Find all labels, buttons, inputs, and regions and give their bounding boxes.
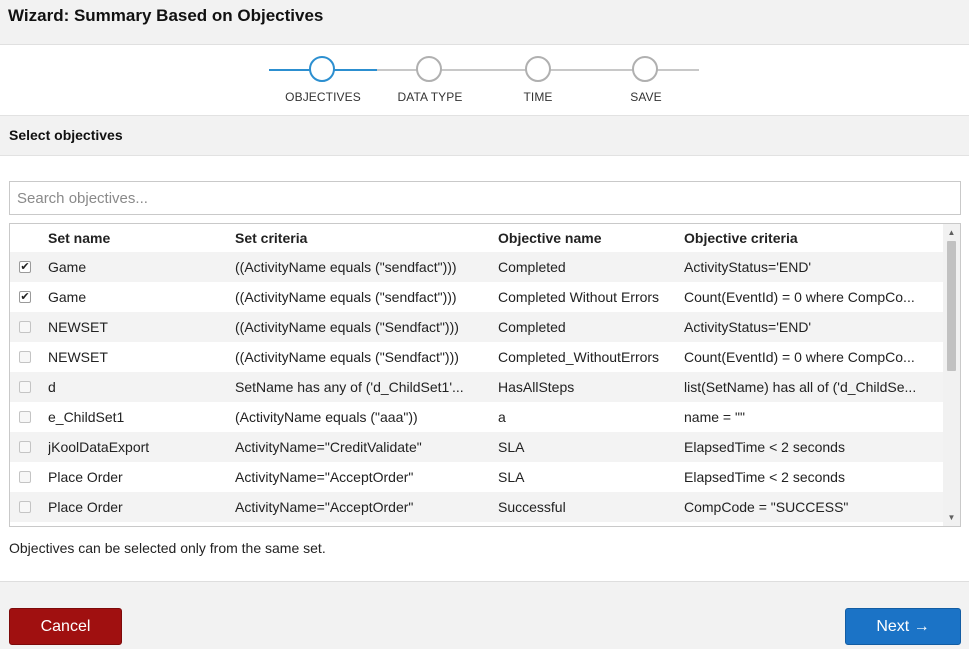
- cell-set-criteria: SetName has any of ('d_ChildSet1'...: [235, 379, 464, 395]
- scrollbar-thumb[interactable]: [947, 241, 956, 371]
- section-header: Select objectives: [0, 115, 969, 156]
- row-checkbox[interactable]: ✔: [19, 261, 31, 273]
- step-time-circle[interactable]: [525, 56, 551, 82]
- step-data-type-circle[interactable]: [416, 56, 442, 82]
- row-checkbox[interactable]: [19, 381, 31, 393]
- table-row[interactable]: ✔ Game ((ActivityName equals ("sendfact"))…: [10, 282, 944, 312]
- step-save-label: SAVE: [630, 90, 662, 104]
- window-title: Wizard: Summary Based on Objectives: [8, 6, 324, 25]
- step-save-circle[interactable]: [632, 56, 658, 82]
- cell-set-criteria: ActivityName="CreditValidate": [235, 439, 422, 455]
- cell-objective-name: HasAllSteps: [498, 379, 575, 395]
- cell-objective-criteria: ElapsedTime < 2 seconds: [684, 469, 845, 485]
- table-row[interactable]: jKoolDataExport ActivityName="CreditValid…: [10, 432, 944, 462]
- row-checkbox[interactable]: ✔: [19, 291, 31, 303]
- cell-set-criteria: ((ActivityName equals ("Sendfact"))): [235, 349, 459, 365]
- cell-objective-name: SLA: [498, 469, 525, 485]
- cell-set-name: Game: [48, 289, 87, 305]
- triangle-down-icon[interactable]: ▼: [943, 509, 960, 526]
- next-button[interactable]: Next →: [845, 608, 961, 645]
- cell-objective-criteria: ActivityStatus='END': [684, 259, 812, 275]
- column-header-set-criteria[interactable]: Set criteria: [235, 230, 307, 246]
- step-objectives-label: OBJECTIVES: [285, 90, 361, 104]
- title-bar: Wizard: Summary Based on Objectives: [0, 0, 969, 45]
- cell-objective-criteria: ElapsedTime < 2 seconds: [684, 439, 845, 455]
- cell-set-name: Game: [48, 259, 87, 275]
- column-header-objective-name[interactable]: Objective name: [498, 230, 602, 246]
- cell-objective-criteria: Count(EventId) = 0 where CompCo...: [684, 349, 915, 365]
- section-title: Select objectives: [9, 127, 123, 143]
- row-checkbox[interactable]: [19, 321, 31, 333]
- cell-objective-criteria: name = "": [684, 409, 745, 425]
- column-header-objective-criteria[interactable]: Objective criteria: [684, 230, 798, 246]
- row-checkbox[interactable]: [19, 441, 31, 453]
- cell-set-criteria: ActivityName="AcceptOrder": [235, 499, 414, 515]
- row-checkbox[interactable]: [19, 351, 31, 363]
- cell-objective-name: SLA: [498, 439, 525, 455]
- table-row[interactable]: Place Order ActivityName="AcceptOrder" SLA…: [10, 462, 944, 492]
- triangle-up-icon[interactable]: ▲: [943, 224, 960, 241]
- cell-set-criteria: (ActivityName equals ("aaa")): [235, 409, 418, 425]
- cell-set-name: Place Order: [48, 469, 123, 485]
- table-row[interactable]: NEWSET ((ActivityName equals ("Sendfact")…: [10, 312, 944, 342]
- cell-set-name: d: [48, 379, 56, 395]
- cell-objective-name: Completed: [498, 319, 566, 335]
- cell-objective-name: Completed_WithoutErrors: [498, 349, 660, 365]
- cancel-button[interactable]: Cancel: [9, 608, 122, 645]
- search-input[interactable]: [9, 181, 961, 215]
- table-row[interactable]: NEWSET ((ActivityName equals ("Sendfact")…: [10, 342, 944, 372]
- row-checkbox[interactable]: [19, 471, 31, 483]
- column-header-set-name[interactable]: Set name: [48, 230, 110, 246]
- step-time-label: TIME: [523, 90, 553, 104]
- cell-set-criteria: ((ActivityName equals ("sendfact"))): [235, 259, 457, 275]
- table-scrollbar[interactable]: ▲ ▼: [943, 224, 960, 526]
- cell-set-name: Place Order: [48, 499, 123, 515]
- check-icon: ✔: [20, 261, 30, 273]
- cell-set-criteria: ActivityName="AcceptOrder": [235, 469, 414, 485]
- table-row[interactable]: d SetName has any of ('d_ChildSet1'... Has…: [10, 372, 944, 402]
- table-header: Set name Set criteria Objective name Obj…: [10, 224, 944, 252]
- cell-objective-name: Completed: [498, 259, 566, 275]
- step-data-type-label: DATA TYPE: [397, 90, 463, 104]
- cell-set-name: jKoolDataExport: [48, 439, 150, 455]
- cell-objective-name: Successful: [498, 499, 566, 515]
- cell-set-criteria: ((ActivityName equals ("sendfact"))): [235, 289, 457, 305]
- table-row[interactable]: ✔ Game ((ActivityName equals ("sendfact"))…: [10, 252, 944, 282]
- cell-objective-criteria: Count(EventId) = 0 where CompCo...: [684, 289, 915, 305]
- cell-set-criteria: ((ActivityName equals ("Sendfact"))): [235, 319, 459, 335]
- cell-set-name: e_ChildSet1: [48, 409, 125, 425]
- table-row[interactable]: Place Order ActivityName="AcceptOrder" Suc…: [10, 492, 944, 522]
- wizard-stepper: OBJECTIVES DATA TYPE TIME SAVE: [0, 45, 969, 115]
- step-objectives-circle[interactable]: [309, 56, 335, 82]
- cell-set-name: NEWSET: [48, 349, 108, 365]
- row-checkbox[interactable]: [19, 501, 31, 513]
- check-icon: ✔: [20, 291, 30, 303]
- cell-set-name: NEWSET: [48, 319, 108, 335]
- cell-objective-name: Completed Without Errors: [498, 289, 660, 305]
- row-checkbox[interactable]: [19, 411, 31, 423]
- cell-objective-criteria: CompCode = "SUCCESS": [684, 499, 849, 515]
- cell-objective-criteria: list(SetName) has all of ('d_ChildSe...: [684, 379, 917, 395]
- wizard-footer: Cancel Next →: [0, 581, 969, 649]
- selection-note: Objectives can be selected only from the…: [9, 540, 326, 556]
- cell-objective-name: a: [498, 409, 506, 425]
- objectives-table: Set name Set criteria Objective name Obj…: [9, 223, 961, 527]
- table-row[interactable]: e_ChildSet1 (ActivityName equals ("aaa"))…: [10, 402, 944, 432]
- cell-objective-criteria: ActivityStatus='END': [684, 319, 812, 335]
